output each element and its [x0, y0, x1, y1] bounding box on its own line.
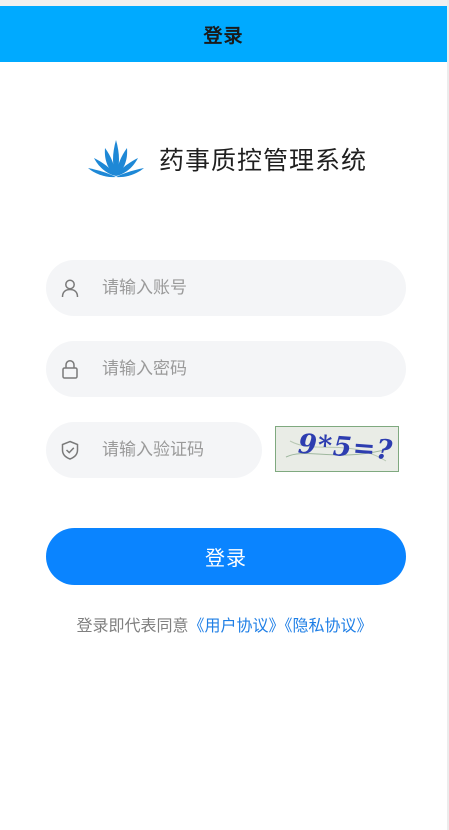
- privacy-policy-link[interactable]: 《隐私协议》: [285, 616, 373, 635]
- password-field[interactable]: [46, 341, 406, 397]
- captcha-text: 9*5=?: [297, 428, 395, 467]
- shield-check-icon: [61, 440, 79, 460]
- login-button[interactable]: 登录: [46, 528, 406, 585]
- agreement-text: 登录即代表同意《用户协议》《隐私协议》: [0, 612, 449, 636]
- captcha-field[interactable]: [46, 422, 262, 478]
- user-agreement-link[interactable]: 《用户协议》: [188, 616, 284, 635]
- captcha-image[interactable]: 9*5=?: [275, 426, 399, 472]
- captcha-input[interactable]: [102, 440, 262, 460]
- lock-icon: [62, 360, 78, 379]
- page-title: 登录: [203, 24, 244, 47]
- lotus-logo-icon: [88, 140, 144, 178]
- user-icon: [61, 279, 79, 298]
- username-input[interactable]: [102, 278, 406, 298]
- brand-block: 药事质控管理系统: [86, 136, 367, 182]
- agreement-prefix: 登录即代表同意: [76, 616, 189, 635]
- nav-header: 登录: [0, 6, 447, 62]
- username-field[interactable]: [46, 260, 406, 316]
- password-input[interactable]: [102, 359, 406, 379]
- app-name: 药事质控管理系统: [159, 146, 368, 175]
